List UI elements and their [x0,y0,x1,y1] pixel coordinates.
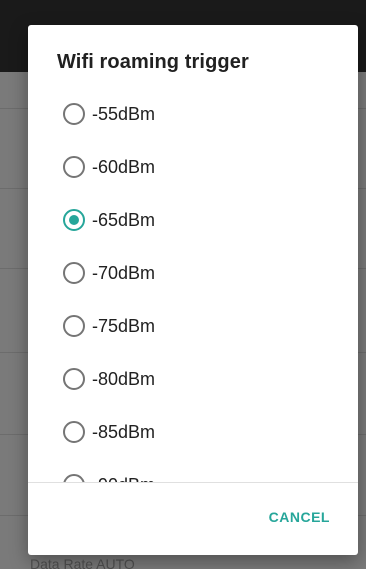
option-label: -60dBm [92,156,156,177]
option-item[interactable]: -70dBm [28,246,358,299]
dialog-title: Wifi roaming trigger [57,51,249,73]
dialog-divider [28,482,358,483]
radio-button-icon[interactable] [63,261,85,284]
option-label: -90dBm [92,474,155,483]
radio-button-icon[interactable] [63,314,85,337]
option-item[interactable]: -80dBm [28,352,358,405]
background-data-rate-label: Data Rate AUTO [30,556,135,569]
option-item[interactable]: -65dBm [28,193,358,246]
radio-button-icon[interactable] [63,420,85,443]
radio-button-icon[interactable] [63,473,85,482]
option-label: -85dBm [92,421,156,442]
option-item[interactable]: -85dBm [28,405,358,458]
radio-button-icon[interactable] [63,155,85,178]
option-label: -80dBm [92,368,156,389]
option-item[interactable]: -75dBm [28,299,358,352]
option-label: -75dBm [92,315,156,336]
radio-button-checked-icon[interactable] [63,208,85,231]
roaming-trigger-dialog: Wifi roaming trigger -55dBm -60dBm -65dB… [28,25,358,555]
option-label: -55dBm [92,103,156,124]
option-item[interactable]: -55dBm [28,87,358,140]
option-label: -65dBm [92,209,156,230]
cancel-button[interactable]: CANCEL [261,503,338,531]
option-item[interactable]: -90dBm [28,458,358,482]
option-label: -70dBm [92,262,156,283]
radio-button-icon[interactable] [63,102,85,125]
radio-button-icon[interactable] [63,367,85,390]
options-list[interactable]: -55dBm -60dBm -65dBm -70dBm -75dBm -80dB… [28,87,358,482]
option-item[interactable]: -60dBm [28,140,358,193]
